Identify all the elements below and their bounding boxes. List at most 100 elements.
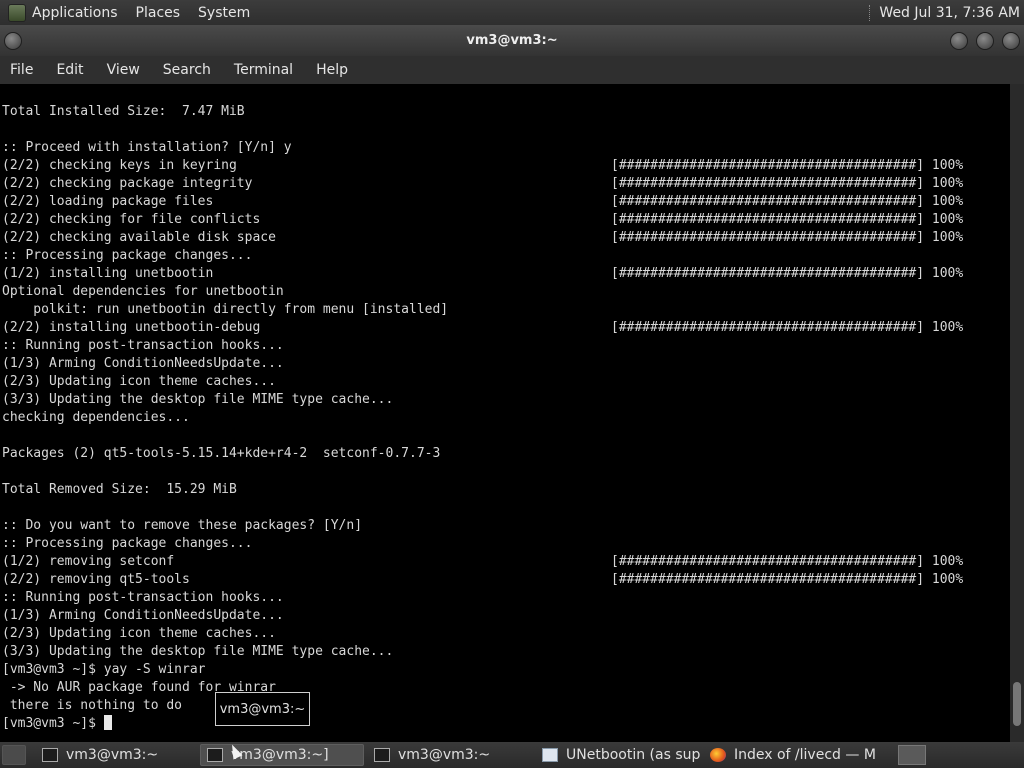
maximize-button[interactable] <box>976 32 994 50</box>
menu-places[interactable]: Places <box>136 5 181 21</box>
taskbar-item-label: vm3@vm3:~ <box>66 747 159 763</box>
window-title: vm3@vm3:~ <box>466 33 558 48</box>
window-menu-button[interactable] <box>4 32 22 50</box>
progress-bar-text: [######################################]… <box>611 230 964 245</box>
terminal-prompt-line[interactable]: [vm3@vm3 ~]$ <box>2 715 1007 733</box>
terminal-line: there is nothing to do <box>2 697 1007 715</box>
terminal-line: :: Running post-transaction hooks... <box>2 337 1007 355</box>
terminal-line-text: (1/3) Arming ConditionNeedsUpdate... <box>2 356 284 371</box>
terminal-line-text: (2/2) checking keys in keyring <box>2 158 237 173</box>
terminal-line: Packages (2) qt5-tools-5.15.14+kde+r4-2 … <box>2 445 1007 463</box>
show-desktop-button[interactable] <box>2 745 26 765</box>
close-button[interactable] <box>1002 32 1020 50</box>
terminal-line-text: (1/2) removing setconf <box>2 554 175 569</box>
terminal-line: Total Installed Size: 7.47 MiB <box>2 103 1007 121</box>
terminal-line: polkit: run unetbootin directly from men… <box>2 301 1007 319</box>
terminal-line: (2/3) Updating icon theme caches... <box>2 625 1007 643</box>
window-titlebar[interactable]: vm3@vm3:~ <box>0 25 1024 56</box>
menu-terminal[interactable]: Terminal <box>234 62 293 78</box>
top-panel: Applications Places System Wed Jul 31, 7… <box>0 0 1024 25</box>
taskbar-tooltip: vm3@vm3:~ <box>215 692 310 726</box>
terminal-line-text: (2/2) checking package integrity <box>2 176 253 191</box>
terminal-line-text: (1/3) Arming ConditionNeedsUpdate... <box>2 608 284 623</box>
terminal-line: (2/2) loading package files [############… <box>2 193 1007 211</box>
terminal-line-text: (3/3) Updating the desktop file MIME typ… <box>2 392 394 407</box>
scrollbar-thumb[interactable] <box>1013 682 1021 726</box>
terminal-line-text: (2/2) checking for file conflicts <box>2 212 261 227</box>
minimize-button[interactable] <box>950 32 968 50</box>
terminal-line: (3/3) Updating the desktop file MIME typ… <box>2 391 1007 409</box>
terminal-line-text: (2/2) checking available disk space <box>2 230 276 245</box>
menu-applications[interactable]: Applications <box>32 5 118 21</box>
clock-area: Wed Jul 31, 7:36 AM <box>869 4 1020 21</box>
progress-bar-text: [######################################]… <box>611 194 964 209</box>
terminal-line: -> No AUR package found for winrar <box>2 679 1007 697</box>
terminal-line: :: Running post-transaction hooks... <box>2 589 1007 607</box>
menu-edit[interactable]: Edit <box>56 62 83 78</box>
text-cursor <box>103 715 112 730</box>
applications-icon[interactable] <box>8 3 26 22</box>
terminal-line: (2/2) checking package integrity [#######… <box>2 175 1007 193</box>
terminal-line-text: :: Running post-transaction hooks... <box>2 338 284 353</box>
terminal-line: checking dependencies... <box>2 409 1007 427</box>
terminal-line: :: Processing package changes... <box>2 535 1007 553</box>
panel-separator <box>869 4 871 21</box>
terminal-line: (1/3) Arming ConditionNeedsUpdate... <box>2 355 1007 373</box>
terminal-line-text: :: Proceed with installation? [Y/n] y <box>2 140 292 155</box>
terminal-line-text: Total Removed Size: 15.29 MiB <box>2 482 237 497</box>
menu-view[interactable]: View <box>107 62 140 78</box>
terminal-line-text: (2/2) loading package files <box>2 194 214 209</box>
taskbar-item-terminal-1[interactable]: vm3@vm3:~ <box>36 744 196 766</box>
menu-system[interactable]: System <box>198 5 250 21</box>
clock[interactable]: Wed Jul 31, 7:36 AM <box>879 5 1020 21</box>
terminal-line-text: polkit: run unetbootin directly from men… <box>2 302 449 317</box>
terminal-line-text: (2/3) Updating icon theme caches... <box>2 374 276 389</box>
taskbar-item-firefox[interactable]: Index of /livecd — M... <box>704 744 876 766</box>
terminal-line-text: :: Do you want to remove these packages?… <box>2 518 363 533</box>
terminal-output[interactable]: Total Installed Size: 7.47 MiB:: Proceed… <box>0 84 1010 742</box>
shell-prompt: [vm3@vm3 ~]$ <box>2 716 104 731</box>
terminal-line: (2/2) removing qt5-tools [###############… <box>2 571 1007 589</box>
progress-bar-text: [######################################]… <box>611 266 964 281</box>
terminal-line-text: Total Installed Size: 7.47 MiB <box>2 104 245 119</box>
progress-bar-text: [######################################]… <box>611 320 964 335</box>
terminal-line: (1/2) removing setconf [#################… <box>2 553 1007 571</box>
terminal-line-text: :: Running post-transaction hooks... <box>2 590 284 605</box>
terminal-line-text: :: Processing package changes... <box>2 536 253 551</box>
terminal-line-text: checking dependencies... <box>2 410 190 425</box>
taskbar-item-label: UNetbootin (as sup... <box>566 747 700 763</box>
terminal-line-text: [vm3@vm3 ~]$ yay -S winrar <box>2 662 206 677</box>
terminal-line: :: Processing package changes... <box>2 247 1007 265</box>
menu-search[interactable]: Search <box>163 62 211 78</box>
progress-bar-text: [######################################]… <box>611 212 964 227</box>
terminal-lines: Total Installed Size: 7.47 MiB:: Proceed… <box>2 103 1007 733</box>
terminal-line-text: (3/3) Updating the desktop file MIME typ… <box>2 644 394 659</box>
terminal-line-text: (2/2) removing qt5-tools <box>2 572 190 587</box>
unetbootin-icon <box>542 748 558 762</box>
progress-bar-text: [######################################]… <box>611 554 964 569</box>
terminal-line-text: Optional dependencies for unetbootin <box>2 284 284 299</box>
taskbar-item-unetbootin[interactable]: UNetbootin (as sup... <box>536 744 700 766</box>
terminal-line-text: there is nothing to do <box>2 698 183 713</box>
terminal-icon <box>42 748 58 762</box>
menu-file[interactable]: File <box>10 62 33 78</box>
taskbar-item-terminal-3[interactable]: vm3@vm3:~ <box>368 744 532 766</box>
taskbar-item-label: vm3@vm3:~] <box>231 747 329 763</box>
terminal-menubar: File Edit View Search Terminal Help <box>0 56 1024 84</box>
terminal-line: (2/2) installing unetbootin-debug [######… <box>2 319 1007 337</box>
terminal-line: Optional dependencies for unetbootin <box>2 283 1007 301</box>
terminal-line-text: (2/3) Updating icon theme caches... <box>2 626 276 641</box>
taskbar-item-terminal-2[interactable]: vm3@vm3:~] <box>200 744 364 766</box>
menu-help[interactable]: Help <box>316 62 348 78</box>
terminal-line: (2/2) checking for file conflicts [######… <box>2 211 1007 229</box>
progress-bar-text: [######################################]… <box>611 176 964 191</box>
workspace-switcher-icon[interactable] <box>898 745 926 765</box>
terminal-scrollbar[interactable] <box>1010 84 1024 742</box>
progress-bar-text: [######################################]… <box>611 158 964 173</box>
terminal-line: :: Proceed with installation? [Y/n] y <box>2 139 1007 157</box>
terminal-line: (1/2) installing unetbootin [############… <box>2 265 1007 283</box>
firefox-icon <box>710 748 726 762</box>
